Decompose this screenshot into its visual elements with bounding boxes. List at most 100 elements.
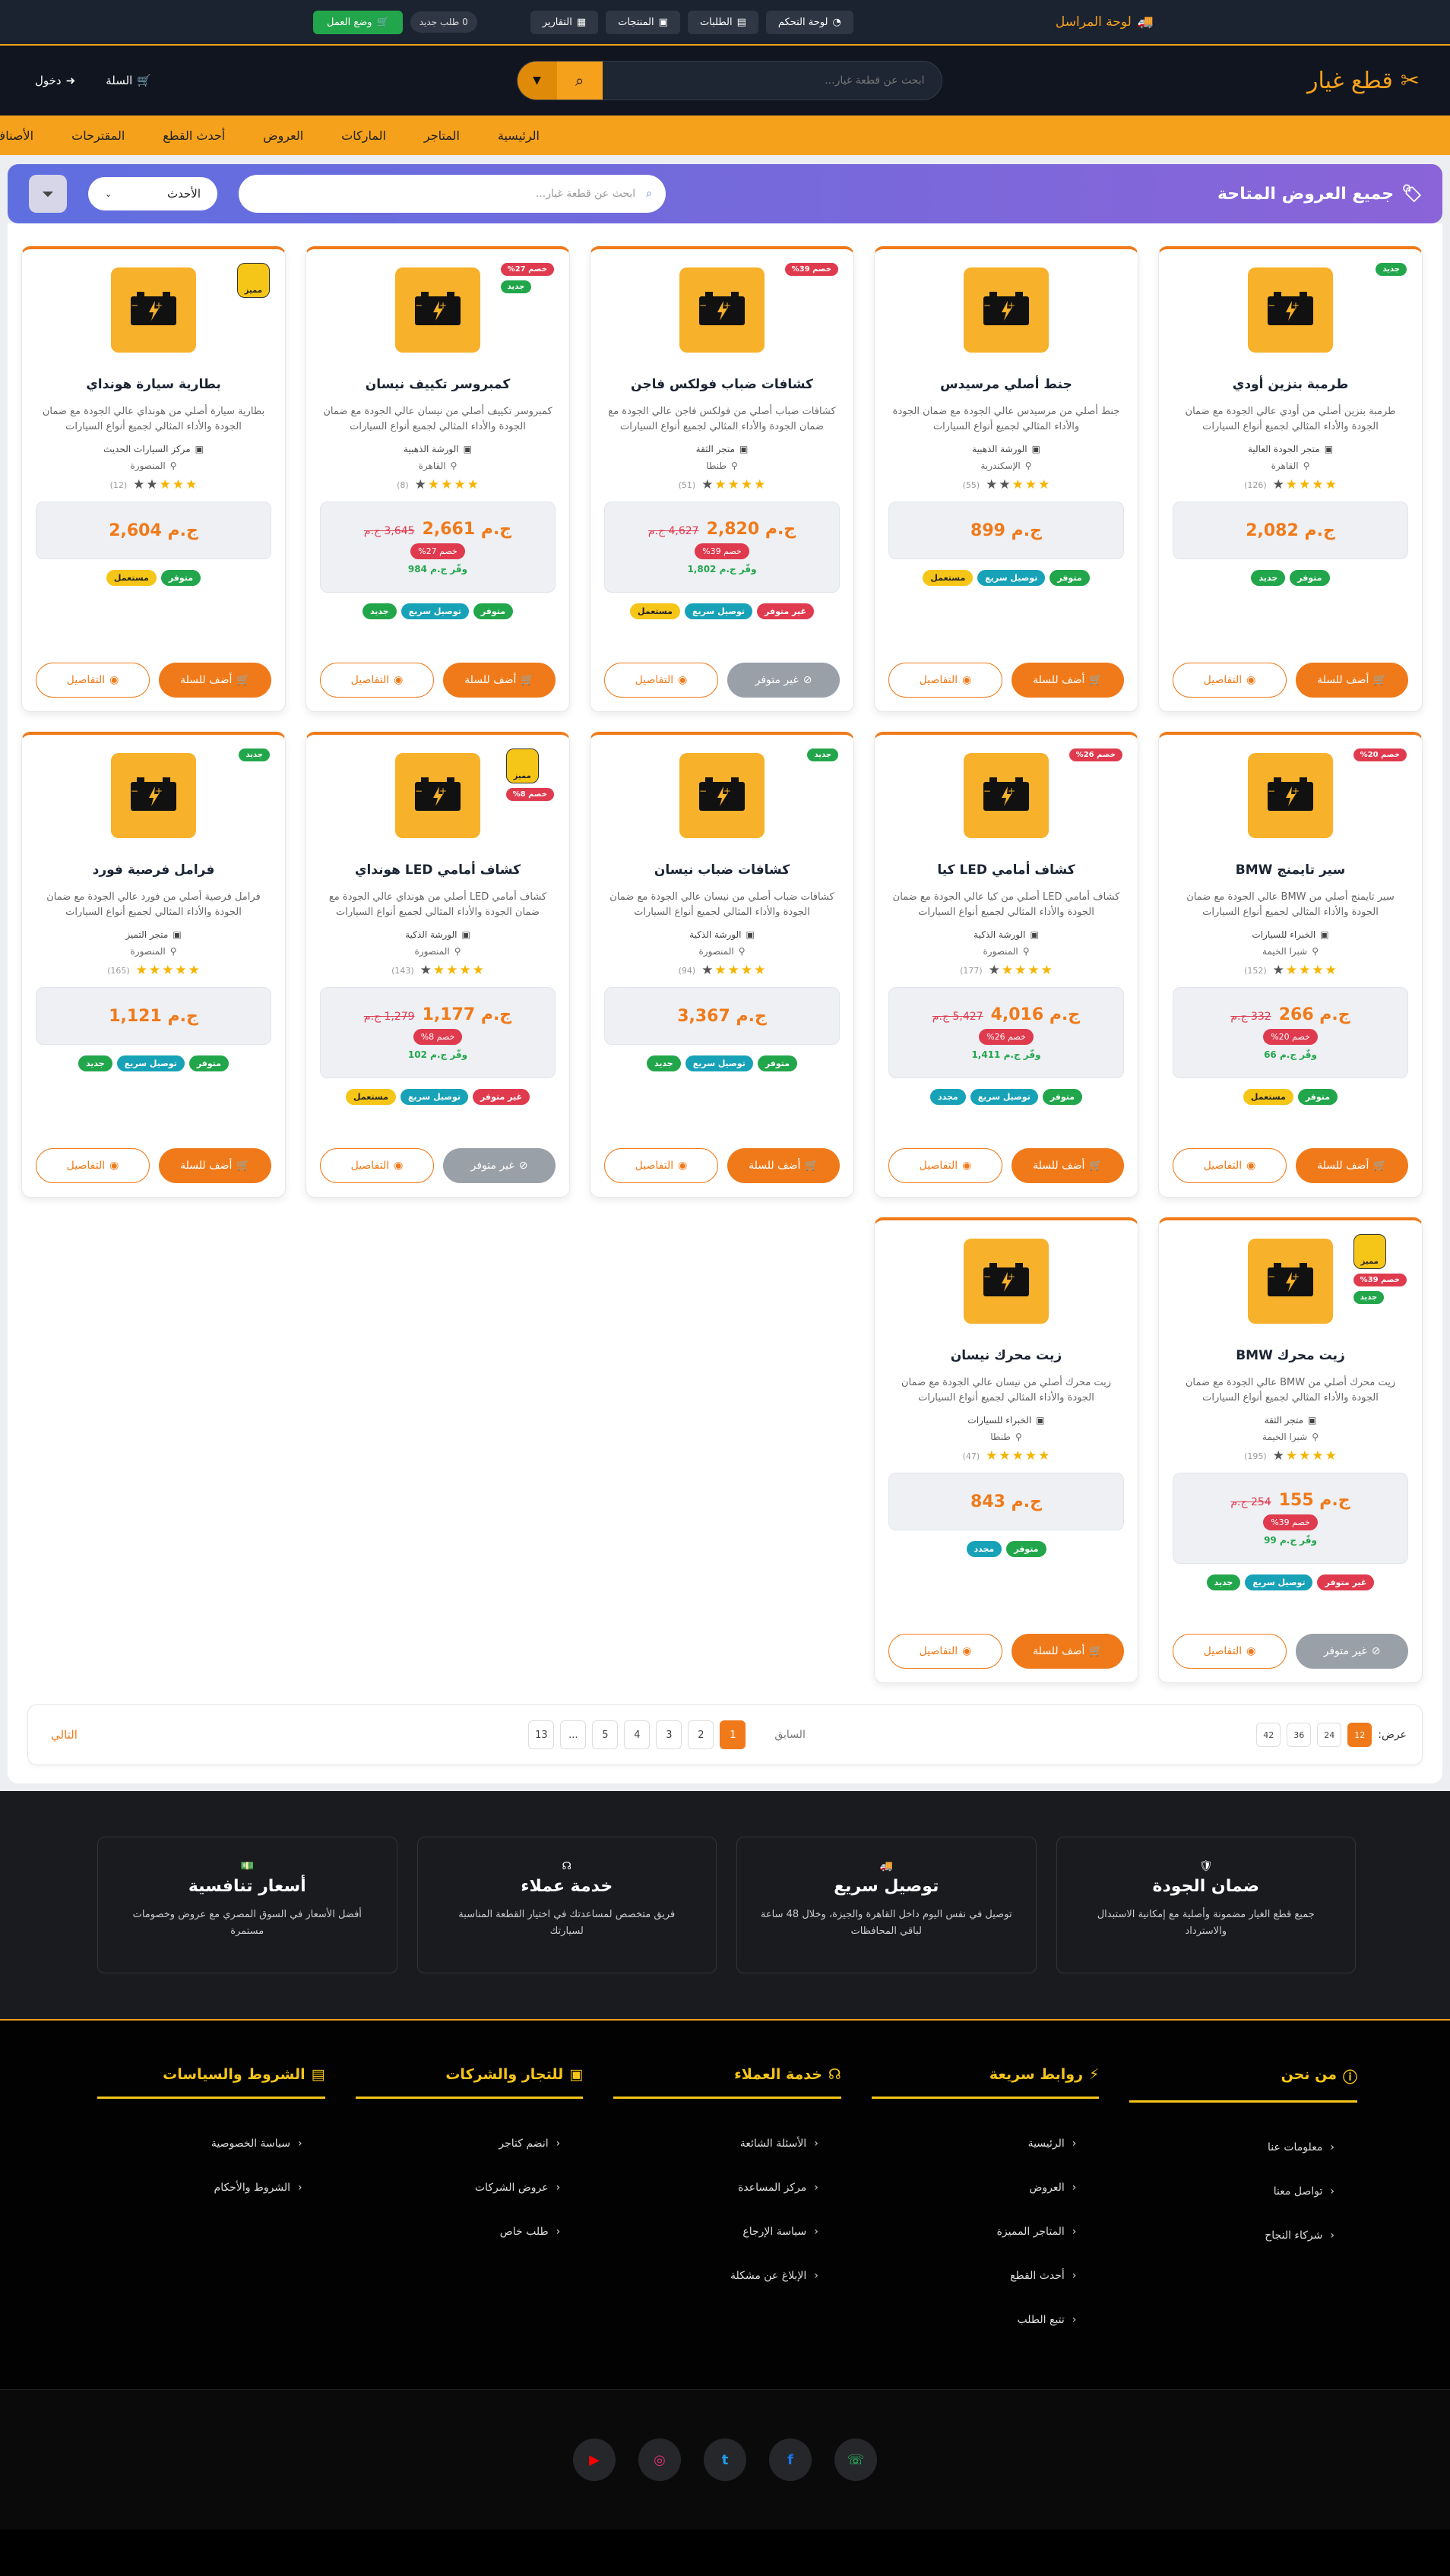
add-to-cart-button[interactable]: 🛒 أضف للسلة <box>159 663 271 698</box>
prev-page-button[interactable]: السابق <box>774 1729 805 1741</box>
product-store[interactable]: ▣ الورشة الذكية <box>320 929 556 940</box>
page-number[interactable]: 4 <box>624 1720 651 1749</box>
product-name[interactable]: زيت محرك BMW <box>1173 1348 1408 1363</box>
youtube-icon[interactable]: ▶ <box>573 2438 616 2481</box>
add-to-cart-button[interactable]: 🛒 أضف للسلة <box>1012 663 1124 698</box>
page-number[interactable]: 13 <box>528 1720 555 1749</box>
product-name[interactable]: بطارية سيارة هونداي <box>36 377 271 392</box>
cart-link[interactable]: 🛒 السلة <box>106 74 151 87</box>
product-name[interactable]: زيت محرك نيسان <box>888 1348 1124 1363</box>
add-to-cart-button[interactable]: 🛒 أضف للسلة <box>1296 663 1408 698</box>
product-name[interactable]: طرمبة بنزين أودي <box>1173 377 1408 392</box>
page-number[interactable]: 3 <box>656 1720 682 1749</box>
page-size-option[interactable]: 24 <box>1317 1723 1342 1747</box>
product-image[interactable]: − + <box>1248 753 1333 838</box>
page-number[interactable]: 5 <box>592 1720 619 1749</box>
details-button[interactable]: ◉ التفاصيل <box>1173 663 1287 698</box>
product-image[interactable]: − + <box>111 753 196 838</box>
nav-link-5[interactable]: المقترحات <box>71 128 125 143</box>
footer-link[interactable]: ‹ الرئيسية <box>872 2122 1100 2166</box>
details-button[interactable]: ◉ التفاصيل <box>1173 1634 1287 1669</box>
footer-link[interactable]: ‹ مركز المساعدة <box>613 2166 841 2210</box>
product-image[interactable]: − + <box>1248 1239 1333 1324</box>
footer-link[interactable]: ‹ الإبلاغ عن مشكلة <box>613 2254 841 2298</box>
product-name[interactable]: جنط أصلي مرسيدس <box>888 377 1124 392</box>
orders-link[interactable]: ▤ الطلبات <box>687 10 758 34</box>
footer-link[interactable]: ‹ انضم كتاجر <box>356 2122 584 2166</box>
page-size-option[interactable]: 36 <box>1287 1723 1312 1747</box>
reports-link[interactable]: ▦ التقارير <box>530 10 599 34</box>
product-store[interactable]: ▣ الخبراء للسيارات <box>1173 929 1408 940</box>
product-image[interactable]: − + <box>964 267 1049 353</box>
add-to-cart-button[interactable]: 🛒 أضف للسلة <box>1296 1148 1408 1183</box>
search-button[interactable]: ⌕ <box>556 62 603 100</box>
product-store[interactable]: ▣ الورشة الذكية <box>604 929 840 940</box>
footer-link[interactable]: ‹ سياسة الإرجاع <box>613 2210 841 2254</box>
product-store[interactable]: ▣ متجر التميز <box>36 929 271 940</box>
product-store[interactable]: ▣ متجر الجودة العالية <box>1173 444 1408 454</box>
product-name[interactable]: كشافات ضباب نيسان <box>604 862 840 878</box>
nav-link-4[interactable]: أحدث القطع <box>163 128 225 143</box>
product-store[interactable]: ▣ متجر الثقة <box>604 444 840 454</box>
footer-link[interactable]: ‹ عروض الشركات <box>356 2166 584 2210</box>
new-orders-badge[interactable]: 0 طلب جديد <box>410 11 477 33</box>
product-store[interactable]: ▣ متجر الثقة <box>1173 1415 1408 1426</box>
footer-link[interactable]: ‹ سياسة الخصوصية <box>97 2122 325 2166</box>
footer-link[interactable]: ‹ شركاء النجاح <box>1129 2214 1357 2258</box>
footer-link[interactable]: ‹ العروض <box>872 2166 1100 2210</box>
header-search-input[interactable] <box>602 62 942 100</box>
footer-link[interactable]: ‹ تتبع الطلب <box>872 2298 1100 2342</box>
product-image[interactable]: − + <box>964 753 1049 838</box>
courier-dashboard-title[interactable]: 🚚 لوحة المراسل <box>1056 14 1154 30</box>
nav-link-3[interactable]: العروض <box>263 128 303 143</box>
product-name[interactable]: فرامل فرصية فورد <box>36 862 271 878</box>
product-image[interactable]: − + <box>395 267 480 353</box>
product-image[interactable]: − + <box>679 753 765 838</box>
login-link[interactable]: ➜ دخول <box>35 74 75 87</box>
details-button[interactable]: ◉ التفاصيل <box>888 1148 1002 1183</box>
add-to-cart-button[interactable]: 🛒 أضف للسلة <box>1012 1148 1124 1183</box>
footer-link[interactable]: ‹ طلب خاص <box>356 2210 584 2254</box>
footer-link[interactable]: ‹ أحدث القطع <box>872 2254 1100 2298</box>
product-name[interactable]: سير تايمنج BMW <box>1173 862 1408 878</box>
nav-link-6[interactable]: الأصناف <box>0 128 33 143</box>
product-store[interactable]: ▣ الخبراء للسيارات <box>888 1415 1124 1426</box>
product-image[interactable]: − + <box>111 267 196 353</box>
product-store[interactable]: ▣ الورشة الذهبية <box>320 444 556 454</box>
details-button[interactable]: ◉ التفاصيل <box>36 1148 150 1183</box>
add-to-cart-button[interactable]: 🛒 أضف للسلة <box>443 663 556 698</box>
page-number[interactable]: 1 <box>720 1720 746 1749</box>
product-store[interactable]: ▣ مركز السيارات الحديث <box>36 444 271 454</box>
footer-link[interactable]: ‹ الأسئلة الشائعة <box>613 2122 841 2166</box>
nav-link-2[interactable]: الماركات <box>341 128 386 143</box>
details-button[interactable]: ◉ التفاصيل <box>604 663 718 698</box>
offers-search-input[interactable]: ⌕ ابحث عن قطعة غيار... <box>239 175 666 213</box>
product-image[interactable]: − + <box>679 267 765 353</box>
details-button[interactable]: ◉ التفاصيل <box>888 1634 1002 1669</box>
next-page-button[interactable]: التالي <box>51 1728 78 1742</box>
product-name[interactable]: كمبروسر تكييف نيسان <box>320 377 556 392</box>
products-link[interactable]: ▣ المنتجات <box>606 10 680 34</box>
page-number[interactable]: 2 <box>688 1720 714 1749</box>
add-to-cart-button[interactable]: 🛒 أضف للسلة <box>1012 1634 1124 1669</box>
work-mode-button[interactable]: 🛒 وضع العمل <box>313 10 403 34</box>
search-filter-button[interactable]: ▼ <box>517 62 557 100</box>
product-image[interactable]: − + <box>1248 267 1333 353</box>
sort-select[interactable]: الأحدث ⌄ <box>88 177 217 210</box>
product-image[interactable]: − + <box>395 753 480 838</box>
add-to-cart-button[interactable]: 🛒 أضف للسلة <box>727 1148 840 1183</box>
product-name[interactable]: كشاف أمامي LED هونداي <box>320 862 556 878</box>
details-button[interactable]: ◉ التفاصيل <box>320 1148 434 1183</box>
details-button[interactable]: ◉ التفاصيل <box>36 663 150 698</box>
product-store[interactable]: ▣ الورشة الذهبية <box>888 444 1124 454</box>
nav-link-1[interactable]: المتاجر <box>424 128 460 143</box>
instagram-icon[interactable]: ◎ <box>638 2438 681 2481</box>
facebook-icon[interactable]: f <box>769 2438 812 2481</box>
details-button[interactable]: ◉ التفاصيل <box>604 1148 718 1183</box>
footer-link[interactable]: ‹ المتاجر المميزة <box>872 2210 1100 2254</box>
product-name[interactable]: كشاف أمامي LED كيا <box>888 862 1124 878</box>
add-to-cart-button[interactable]: 🛒 أضف للسلة <box>159 1148 271 1183</box>
details-button[interactable]: ◉ التفاصيل <box>1173 1148 1287 1183</box>
product-name[interactable]: كشافات ضباب فولكس فاجن <box>604 377 840 392</box>
page-size-option[interactable]: 12 <box>1347 1723 1372 1747</box>
